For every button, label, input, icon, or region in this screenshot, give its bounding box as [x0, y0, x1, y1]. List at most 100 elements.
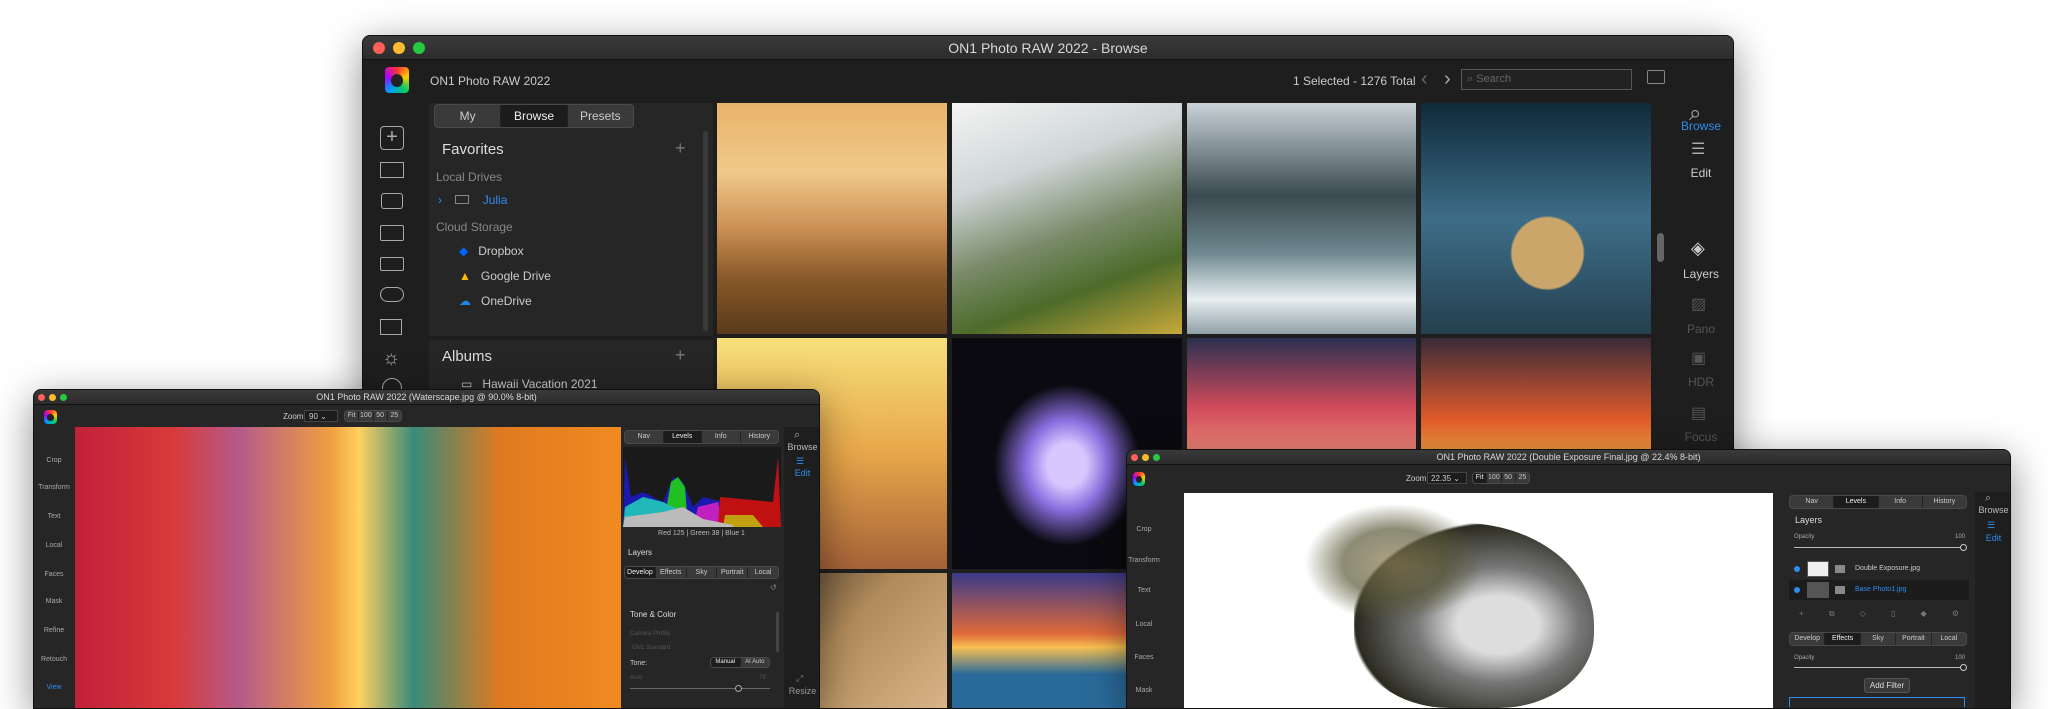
zoom-25[interactable]: 25 [388, 411, 401, 421]
duplicate-icon[interactable]: ⧉ [1829, 609, 1835, 619]
tone-manual[interactable]: Manual [711, 658, 741, 667]
auto-slider[interactable] [630, 685, 770, 692]
tab-history[interactable]: History [1923, 496, 1966, 508]
rail-browse[interactable]: Browse [1668, 119, 1733, 133]
prev-arrow-icon[interactable]: ‹ [1421, 68, 1428, 91]
panel-scrollbar[interactable] [776, 612, 779, 652]
drive-icon[interactable] [380, 257, 404, 271]
minimize-button[interactable] [49, 394, 56, 401]
rail-edit[interactable]: Edit [1973, 533, 2010, 543]
tab-nav[interactable]: Nav [625, 431, 664, 443]
albums-icon[interactable] [380, 319, 402, 335]
tab-history[interactable]: History [741, 431, 779, 443]
tool-mask[interactable]: Mask [1127, 687, 1161, 694]
edit-icon[interactable]: ☰ [1691, 139, 1705, 159]
tab-local[interactable]: Local [1932, 633, 1966, 645]
slider-thumb[interactable] [735, 685, 742, 692]
zoom-50[interactable]: 50 [374, 411, 388, 421]
filter-opacity-slider[interactable] [1794, 664, 1967, 671]
tab-my-catalogs[interactable]: My Catalogs [435, 105, 502, 127]
monitor-icon[interactable] [380, 162, 404, 178]
focus-icon[interactable]: ▤ [1691, 403, 1706, 423]
opacity-slider[interactable] [1794, 544, 1967, 551]
tool-faces[interactable]: Faces [34, 571, 74, 578]
tab-effects[interactable]: Effects [656, 567, 687, 578]
tab-effects[interactable]: Effects [1825, 633, 1861, 645]
add-icon[interactable]: + [380, 126, 404, 150]
browse-icon[interactable]: ⌕ [1985, 492, 1991, 505]
resize-icon[interactable]: ⤢ [796, 673, 803, 684]
photo-dome[interactable] [1421, 103, 1651, 334]
tab-presets[interactable]: Presets [568, 105, 633, 127]
add-album-button[interactable]: + [675, 345, 686, 366]
zoom-100[interactable]: 100 [359, 411, 374, 421]
tool-refine[interactable]: Refine [34, 627, 74, 634]
edit-icon[interactable]: ☰ [1987, 520, 1995, 531]
settings-icon[interactable]: ⚙ [1952, 609, 1959, 619]
zoom-fit[interactable]: Fit [1473, 473, 1488, 483]
tool-transform[interactable]: Transform [34, 484, 74, 491]
tab-sky[interactable]: Sky [1861, 633, 1897, 645]
tab-portrait[interactable]: Portrait [1896, 633, 1932, 645]
folder-icon[interactable] [380, 225, 404, 241]
tab-sky[interactable]: Sky [687, 567, 718, 578]
tab-develop[interactable]: Develop [1790, 633, 1826, 645]
tool-retouch[interactable]: Retouch [34, 656, 74, 663]
next-arrow-icon[interactable]: › [1444, 68, 1451, 91]
layer-row-selected[interactable]: Base Photo1.jpg [1789, 580, 1969, 600]
rail-browse[interactable]: Browse [782, 442, 819, 452]
maximize-button[interactable] [60, 394, 67, 401]
minimize-button[interactable] [393, 42, 405, 54]
photo-mountain[interactable] [952, 103, 1182, 334]
slider-thumb[interactable] [1960, 544, 1967, 551]
rail-browse[interactable]: Browse [1973, 505, 2010, 515]
drive-item-julia[interactable]: › Julia [438, 193, 507, 207]
fill-icon[interactable]: ◇ [1860, 609, 1866, 619]
tool-text[interactable]: Text [1127, 587, 1161, 594]
zoom-50[interactable]: 50 [1502, 473, 1516, 483]
mask-icon[interactable] [1835, 565, 1845, 573]
close-button[interactable] [38, 394, 45, 401]
cloud-icon[interactable] [380, 287, 404, 302]
tool-mask[interactable]: Mask [34, 598, 74, 605]
tone-ai-auto[interactable]: AI Auto [741, 658, 770, 667]
slider-thumb[interactable] [1960, 664, 1967, 671]
double-exposure-image[interactable] [1184, 493, 1773, 708]
tab-info[interactable]: Info [702, 431, 741, 443]
merge-icon[interactable]: ◆ [1921, 609, 1927, 619]
lightbulb-icon[interactable]: ☼ [382, 347, 400, 370]
rail-focus[interactable]: Focus [1668, 430, 1733, 444]
panel-scrollbar[interactable] [703, 131, 708, 331]
new-folder-icon[interactable] [1647, 70, 1665, 84]
cloud-item-dropbox[interactable]: ◆ Dropbox [459, 244, 524, 258]
rail-edit[interactable]: Edit [1668, 166, 1733, 180]
camera-icon[interactable] [381, 193, 403, 209]
add-favorite-button[interactable]: + [675, 138, 686, 159]
tab-levels[interactable]: Levels [1834, 496, 1879, 508]
reset-icon[interactable]: ↺ [770, 583, 777, 592]
close-button[interactable] [373, 42, 385, 54]
tab-nav[interactable]: Nav [1790, 496, 1835, 508]
filter-row[interactable] [1789, 697, 1965, 707]
cloud-item-google-drive[interactable]: ▲ Google Drive [459, 269, 551, 283]
mask-icon[interactable] [1835, 586, 1845, 594]
add-filter-button[interactable]: Add Filter [1864, 678, 1910, 693]
edit-icon[interactable]: ☰ [796, 456, 804, 467]
layers-icon[interactable]: ◈ [1691, 238, 1705, 259]
close-button[interactable] [1131, 454, 1138, 461]
zoom-select[interactable]: 90 ⌄ [304, 410, 338, 422]
tab-local[interactable]: Local [748, 567, 778, 578]
tab-levels[interactable]: Levels [663, 431, 702, 443]
tool-crop[interactable]: Crop [34, 457, 74, 464]
tool-text[interactable]: Text [34, 513, 74, 520]
photo-snow-forest[interactable] [1187, 103, 1416, 334]
rail-resize[interactable]: Resize [782, 686, 819, 696]
rail-layers[interactable]: Layers [1668, 267, 1733, 281]
add-layer-icon[interactable]: + [1799, 609, 1804, 619]
rail-pano[interactable]: Pano [1668, 322, 1733, 336]
tool-transform[interactable]: Transform [1127, 557, 1161, 564]
tool-faces[interactable]: Faces [1127, 654, 1161, 661]
minimize-button[interactable] [1142, 454, 1149, 461]
tab-browse[interactable]: Browse [501, 105, 568, 127]
zoom-select[interactable]: 22.35 ⌄ [1427, 472, 1467, 484]
